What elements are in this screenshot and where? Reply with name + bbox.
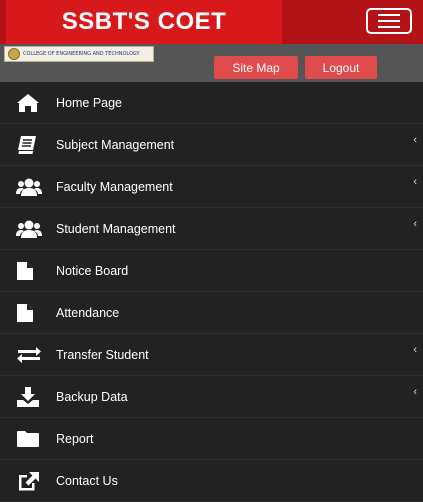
brand-logo[interactable]: SSBT'S COET bbox=[6, 0, 282, 44]
menu-item-label: Transfer Student bbox=[56, 347, 149, 362]
chevron-left-icon[interactable]: ‹ bbox=[413, 176, 417, 188]
hamburger-line bbox=[378, 14, 400, 16]
exchange-icon bbox=[16, 344, 44, 366]
menu-item-report[interactable]: Report bbox=[0, 418, 423, 460]
file-icon bbox=[16, 260, 44, 282]
external-link-icon bbox=[16, 470, 44, 492]
menu-item-attendance[interactable]: Attendance bbox=[0, 292, 423, 334]
menu-item-label: Home Page bbox=[56, 95, 123, 110]
menu-item-student-management[interactable]: Student Management ‹ bbox=[0, 208, 423, 250]
menu-item-label: Faculty Management bbox=[56, 179, 173, 194]
college-logo: COLLEGE OF ENGINEERING AND TECHNOLOGY bbox=[4, 46, 154, 62]
file-icon bbox=[16, 302, 44, 324]
chevron-left-icon[interactable]: ‹ bbox=[413, 386, 417, 398]
menu-item-label: Subject Management bbox=[56, 137, 175, 152]
book-icon bbox=[16, 134, 44, 156]
college-logo-text: COLLEGE OF ENGINEERING AND TECHNOLOGY bbox=[23, 51, 140, 57]
menu-item-faculty-management[interactable]: Faculty Management ‹ bbox=[0, 166, 423, 208]
hamburger-line bbox=[378, 26, 400, 28]
menu-item-label: Contact Us bbox=[56, 473, 118, 488]
menu-item-label: Student Management bbox=[56, 221, 176, 236]
menu-item-transfer-student[interactable]: Transfer Student ‹ bbox=[0, 334, 423, 376]
folder-icon bbox=[16, 428, 44, 450]
chevron-left-icon[interactable]: ‹ bbox=[413, 344, 417, 356]
college-seal-icon bbox=[8, 48, 20, 60]
hamburger-line bbox=[378, 20, 400, 22]
download-icon bbox=[16, 386, 44, 408]
menu-item-notice-board[interactable]: Notice Board bbox=[0, 250, 423, 292]
brand-title: SSBT'S COET bbox=[61, 8, 227, 35]
site-map-button[interactable]: Site Map bbox=[214, 56, 298, 79]
menu-item-contact-us[interactable]: Contact Us bbox=[0, 460, 423, 502]
users-icon bbox=[16, 218, 44, 240]
hamburger-menu-button[interactable] bbox=[366, 8, 412, 34]
menu-item-label: Notice Board bbox=[56, 263, 129, 278]
menu-item-label: Backup Data bbox=[56, 389, 128, 404]
home-icon bbox=[16, 92, 44, 114]
menu-item-home-page[interactable]: Home Page bbox=[0, 82, 423, 124]
sub-header-bar: COLLEGE OF ENGINEERING AND TECHNOLOGY Si… bbox=[0, 44, 423, 82]
top-navbar: SSBT'S COET bbox=[0, 0, 423, 44]
chevron-left-icon[interactable]: ‹ bbox=[413, 218, 417, 230]
menu-item-label: Attendance bbox=[56, 305, 120, 320]
sidebar-menu: Home Page Subject Management ‹ Faculty M… bbox=[0, 82, 423, 502]
menu-item-subject-management[interactable]: Subject Management ‹ bbox=[0, 124, 423, 166]
menu-item-backup-data[interactable]: Backup Data ‹ bbox=[0, 376, 423, 418]
menu-item-label: Report bbox=[56, 431, 94, 446]
users-icon bbox=[16, 176, 44, 198]
chevron-left-icon[interactable]: ‹ bbox=[413, 134, 417, 146]
logout-button[interactable]: Logout bbox=[305, 56, 377, 79]
